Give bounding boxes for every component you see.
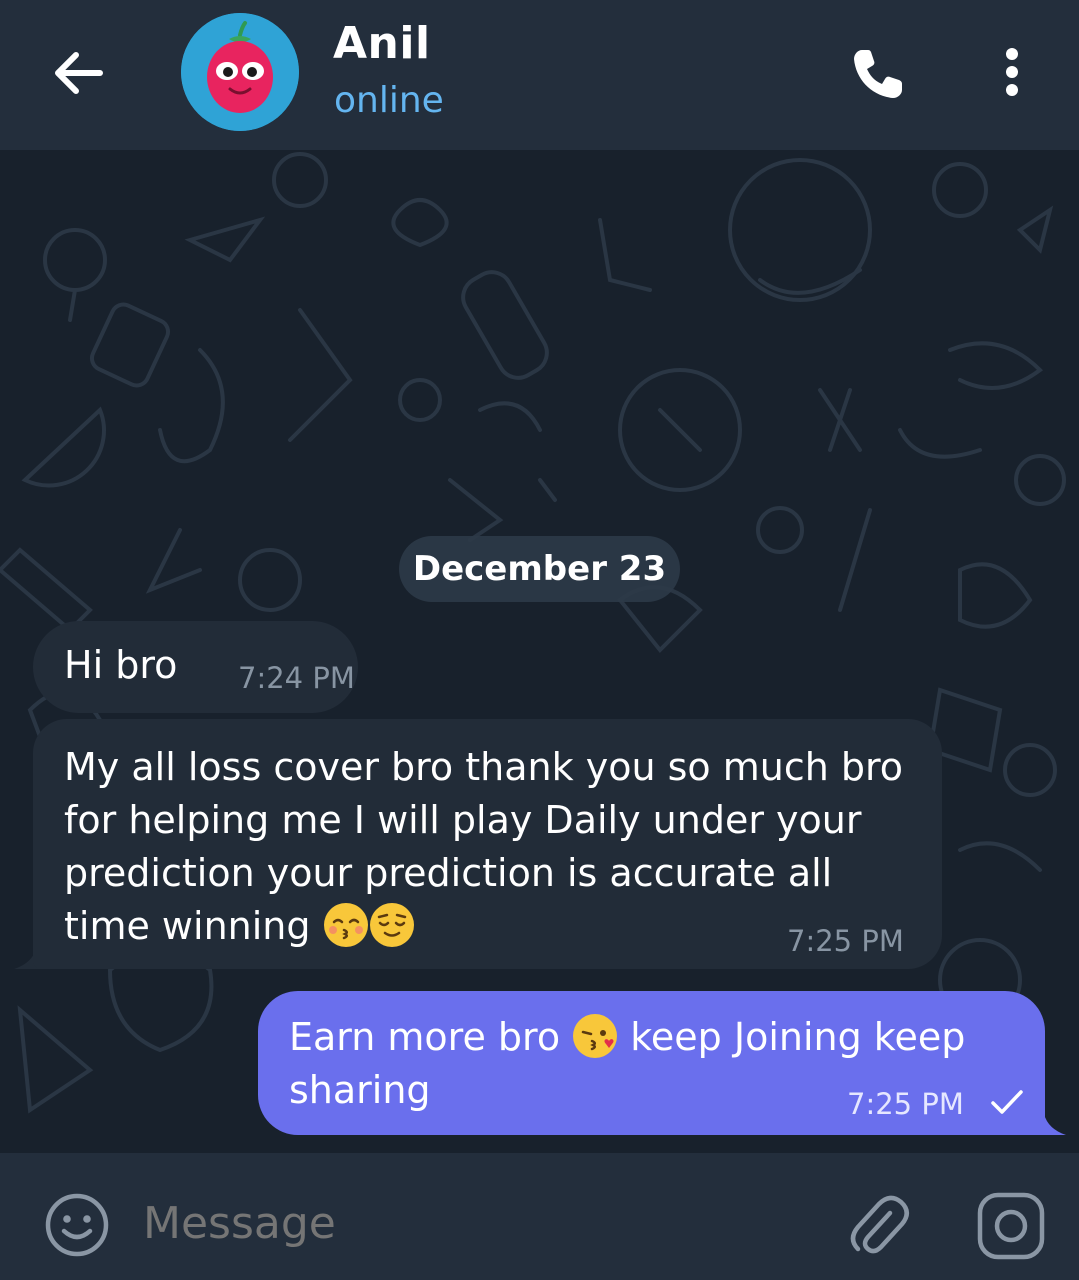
contact-status: online	[334, 80, 444, 121]
chat-header: Anil online	[0, 0, 1079, 150]
phone-icon[interactable]	[848, 44, 908, 104]
chat-screen: Anil online December 23 Hi bro 7:24 PM M…	[0, 0, 1079, 1280]
message-text-part: My all loss cover bro thank you so much …	[64, 745, 904, 948]
message-text: Hi bro	[64, 643, 178, 687]
bubble-tail	[1036, 1114, 1066, 1135]
message-composer	[0, 1153, 1079, 1280]
face-blowing-kiss-icon	[573, 1014, 618, 1058]
date-separator: December 23	[399, 536, 680, 602]
avatar[interactable]	[181, 13, 299, 131]
incoming-message[interactable]: My all loss cover bro thank you so much …	[33, 719, 942, 969]
message-text: My all loss cover bro thank you so much …	[64, 741, 914, 953]
more-vertical-icon[interactable]	[990, 44, 1034, 104]
contact-name[interactable]: Anil	[333, 18, 431, 69]
message-time: 7:25 PM	[787, 924, 904, 958]
message-time: 7:24 PM	[238, 661, 355, 695]
check-icon	[991, 1090, 1023, 1114]
relieved-face-icon	[369, 903, 414, 947]
message-list[interactable]: December 23 Hi bro 7:24 PM My all loss c…	[0, 150, 1079, 1153]
outgoing-message[interactable]: Earn more bro keep Joining keep sharing …	[258, 991, 1045, 1135]
message-time: 7:25 PM	[847, 1087, 964, 1121]
message-input[interactable]	[143, 1195, 743, 1251]
arrow-left-icon[interactable]	[48, 45, 108, 101]
paperclip-icon[interactable]	[846, 1191, 910, 1257]
incoming-message[interactable]: Hi bro 7:24 PM	[33, 621, 358, 713]
kissing-face-closed-eyes-icon	[323, 903, 368, 947]
message-text-part: Earn more bro	[289, 1015, 573, 1059]
smile-icon[interactable]	[44, 1192, 110, 1258]
camera-icon[interactable]	[976, 1191, 1046, 1261]
